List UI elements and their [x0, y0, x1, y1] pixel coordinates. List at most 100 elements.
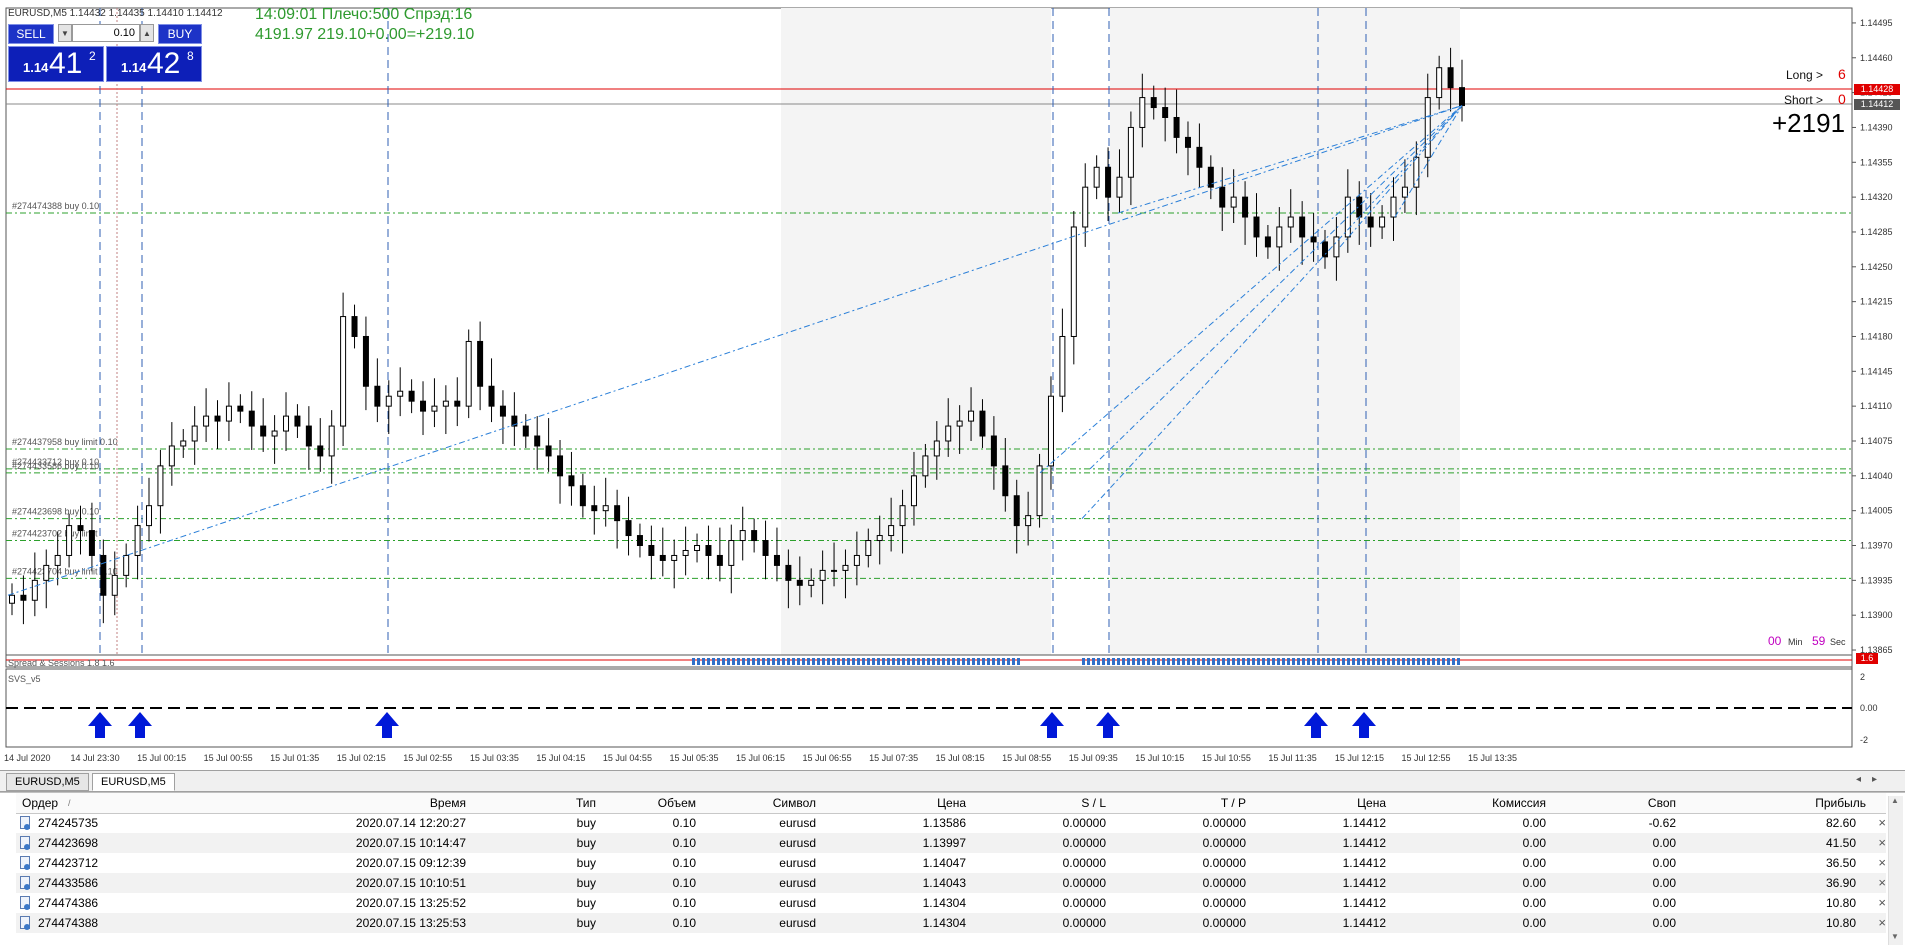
candle-body: [808, 579, 815, 586]
candle-body: [1059, 335, 1066, 397]
sell-button[interactable]: SELL: [8, 24, 54, 44]
candle-body: [796, 579, 803, 586]
session-bar: [962, 658, 965, 665]
lot-size-input[interactable]: 0.10: [72, 24, 140, 42]
candle-body: [54, 554, 61, 566]
close-order-icon[interactable]: ×: [1878, 913, 1886, 933]
col-volume[interactable]: Объем: [636, 793, 696, 813]
session-bar: [782, 658, 785, 665]
tab-eurusd-m5-1[interactable]: EURUSD,M5: [6, 773, 89, 791]
session-bar: [772, 658, 775, 665]
table-row[interactable]: 274423712 2020.07.15 09:12:39 buy 0.10 eurus…: [16, 853, 1886, 873]
session-bar: [1157, 658, 1160, 665]
col-sl[interactable]: S / L: [1056, 793, 1106, 813]
cell-profit: 82.60: [1825, 816, 1856, 830]
time-tick-label: 15 Jul 13:35: [1468, 753, 1517, 763]
session-bar: [1107, 658, 1110, 665]
buy-quote[interactable]: 1.14 42 8: [106, 46, 202, 82]
cell-tp: 0.00000: [1202, 876, 1246, 890]
session-bar: [732, 658, 735, 665]
session-bar: [817, 658, 820, 665]
candle-body: [180, 440, 187, 447]
candle-body: [465, 340, 472, 407]
cell-commission: 0.00: [1522, 816, 1546, 830]
session-bar: [1197, 658, 1200, 665]
session-bar: [1362, 658, 1365, 665]
col-profit[interactable]: Прибыль: [1796, 793, 1866, 813]
col-order[interactable]: Ордер: [22, 793, 58, 813]
lot-decrease-button[interactable]: ▼: [58, 24, 72, 42]
price-tag-bid: 1.14412: [1854, 99, 1900, 110]
col-tp[interactable]: T / P: [1196, 793, 1246, 813]
price-tick-label: 1.14180: [1860, 331, 1893, 341]
cell-type: buy: [576, 916, 596, 930]
session-bar: [1412, 658, 1415, 665]
price-tick-label: 1.14250: [1860, 262, 1893, 272]
candle-body: [1013, 495, 1020, 527]
candle-body: [351, 316, 358, 337]
cell-type: buy: [576, 876, 596, 890]
session-bar: [852, 658, 855, 665]
cell-commission: 0.00: [1522, 916, 1546, 930]
session-bar: [737, 658, 740, 665]
bar-timer-sec-label: Sec: [1830, 637, 1846, 647]
close-order-icon[interactable]: ×: [1878, 893, 1886, 913]
price-chart[interactable]: #274474388 buy 0.10 #274437958 buy limit …: [0, 0, 1905, 770]
lot-increase-button[interactable]: ▲: [140, 24, 154, 42]
time-tick-label: 15 Jul 05:35: [669, 753, 718, 763]
col-symbol[interactable]: Символ: [756, 793, 816, 813]
table-row[interactable]: 274433586 2020.07.15 10:10:51 buy 0.10 eurus…: [16, 873, 1886, 893]
candle-body: [545, 445, 552, 457]
close-order-icon[interactable]: ×: [1878, 853, 1886, 873]
session-bar: [1382, 658, 1385, 665]
table-row[interactable]: 274474386 2020.07.15 13:25:52 buy 0.10 eurus…: [16, 893, 1886, 913]
orders-scrollbar[interactable]: ▲ ▼: [1888, 796, 1903, 945]
col-swap[interactable]: Своп: [1626, 793, 1676, 813]
session-bar: [1302, 658, 1305, 665]
session-bar: [1332, 658, 1335, 665]
close-order-icon[interactable]: ×: [1878, 873, 1886, 893]
bar-timer-minutes: 00: [1768, 634, 1782, 648]
table-row[interactable]: 274423698 2020.07.15 10:14:47 buy 0.10 eurus…: [16, 833, 1886, 853]
candle-body: [762, 540, 769, 556]
table-row[interactable]: 274245735 2020.07.14 12:20:27 buy 0.10 eurus…: [16, 813, 1886, 833]
tab-scroll-right-icon[interactable]: ▸: [1872, 774, 1877, 785]
candle-body: [431, 405, 438, 412]
price-tick-label: 1.13935: [1860, 575, 1893, 585]
col-time[interactable]: Время: [406, 793, 466, 813]
candle-body: [1002, 465, 1009, 497]
tab-scroll-left-icon[interactable]: ◂: [1856, 774, 1861, 785]
candle-body: [191, 425, 198, 442]
session-bar: [1342, 658, 1345, 665]
session-bar: [1337, 658, 1340, 665]
scroll-up-icon[interactable]: ▲: [1891, 796, 1899, 805]
candle-body: [248, 410, 255, 427]
sell-quote[interactable]: 1.14 41 2: [8, 46, 104, 82]
close-order-icon[interactable]: ×: [1878, 813, 1886, 833]
session-bar: [1277, 658, 1280, 665]
time-tick-label: 15 Jul 09:35: [1069, 753, 1118, 763]
col-commission[interactable]: Комиссия: [1476, 793, 1546, 813]
session-bar: [1407, 658, 1410, 665]
tab-eurusd-m5-2[interactable]: EURUSD,M5: [92, 773, 175, 791]
buy-button[interactable]: BUY: [158, 24, 202, 44]
cell-sl: 0.00000: [1062, 816, 1106, 830]
table-row[interactable]: 274474388 2020.07.15 13:25:53 buy 0.10 eurus…: [16, 913, 1886, 933]
col-current-price[interactable]: Цена: [1336, 793, 1386, 813]
cell-time: 2020.07.15 13:25:53: [355, 916, 466, 930]
session-bar: [792, 658, 795, 665]
scroll-down-icon[interactable]: ▼: [1891, 932, 1899, 941]
order-icon: [20, 876, 30, 890]
session-bar: [1002, 658, 1005, 665]
price-tick-label: 1.14145: [1860, 366, 1893, 376]
orders-table-header: Ордер / Время Тип Объем Символ Цена S / …: [16, 793, 1886, 814]
close-order-icon[interactable]: ×: [1878, 833, 1886, 853]
candle-body: [819, 569, 826, 581]
cell-order: 274245735: [38, 816, 99, 830]
order-line-label: #274423702 buy limit: [12, 529, 98, 539]
col-price[interactable]: Цена: [916, 793, 966, 813]
chart-window[interactable]: #274474388 buy 0.10 #274437958 buy limit …: [0, 0, 1905, 770]
bar-timer-min-label: Min: [1788, 637, 1803, 647]
col-type[interactable]: Тип: [556, 793, 596, 813]
session-bar: [887, 658, 890, 665]
